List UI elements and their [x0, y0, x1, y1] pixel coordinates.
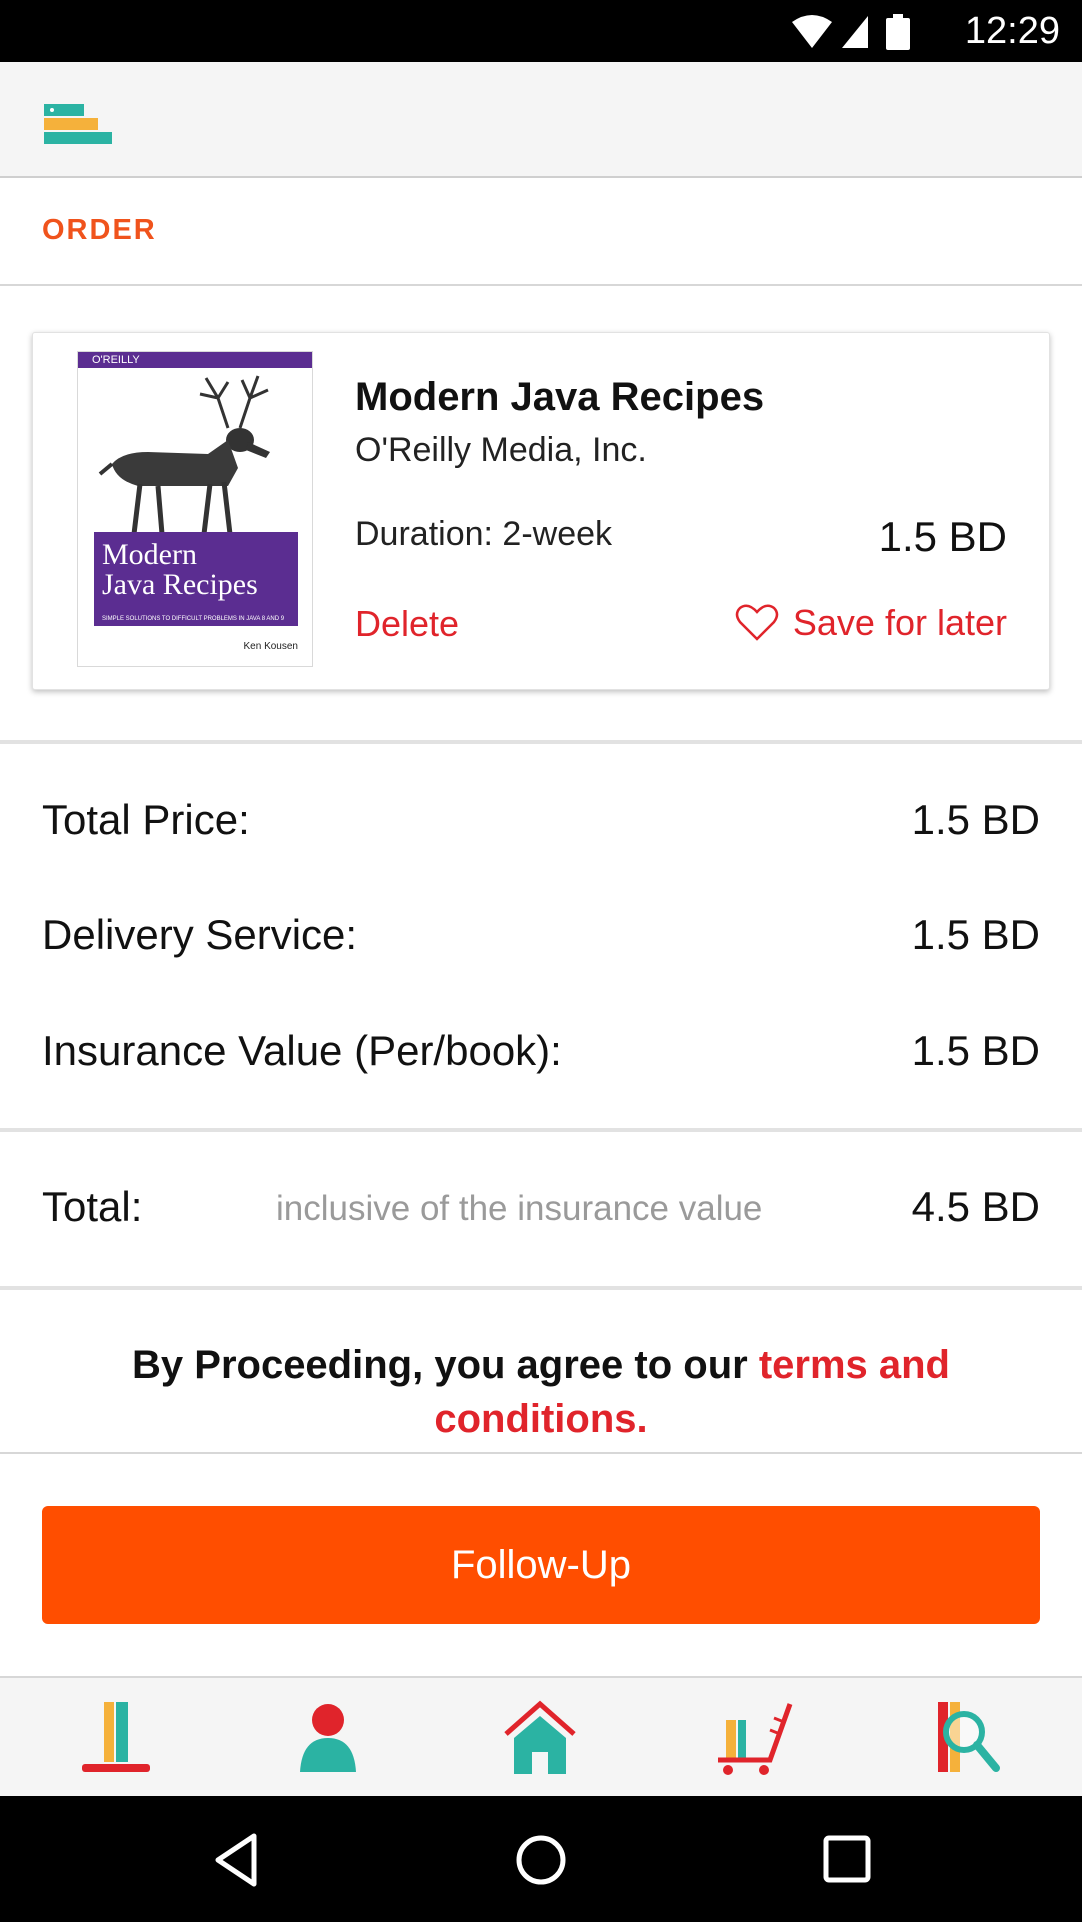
total-price-label: Total Price:	[42, 796, 250, 843]
cover-subtitle: SIMPLE SOLUTIONS TO DIFFICULT PROBLEMS I…	[102, 616, 285, 622]
system-nav-bar	[0, 1796, 1082, 1922]
status-bar: 12:29	[0, 0, 1082, 62]
app-bar	[0, 62, 1082, 178]
status-time: 12:29	[964, 10, 1060, 52]
deer-illustration-icon	[98, 375, 270, 535]
insurance-value-label: Insurance Value (Per/book):	[42, 1027, 562, 1074]
insurance-value-value: 1.5 BD	[911, 1027, 1040, 1074]
search-books-icon[interactable]	[928, 1698, 1008, 1778]
delivery-service-value: 1.5 BD	[911, 911, 1040, 958]
item-price: 1.5 BD	[878, 513, 1007, 560]
follow-up-button[interactable]: Follow-Up	[42, 1506, 1040, 1624]
grand-total-note: inclusive of the insurance value	[276, 1189, 763, 1228]
grand-total-label: Total:	[42, 1183, 143, 1230]
heart-icon	[735, 604, 779, 641]
menu-stack-icon[interactable]	[42, 100, 114, 148]
wifi-icon	[792, 14, 910, 50]
divider	[0, 1128, 1082, 1132]
cover-brand: O'REILLY	[78, 352, 312, 368]
delete-button[interactable]: Delete	[355, 603, 459, 645]
divider	[0, 740, 1082, 744]
terms-prefix: By Proceeding, you agree to our	[132, 1343, 759, 1387]
save-for-later-button[interactable]: Save for later	[735, 599, 1007, 647]
book-cover: O'REILLY Modern Java Recipes SIMPLE SOLU…	[77, 351, 313, 667]
total-price-row: Total Price: 1.5 BD	[42, 796, 1040, 856]
profile-icon[interactable]	[288, 1698, 368, 1778]
section-header: ORDER	[0, 180, 1082, 286]
status-icons	[790, 12, 920, 52]
rental-duration: Duration: 2-week	[355, 515, 613, 553]
page-title: ORDER	[42, 214, 157, 246]
cart-icon[interactable]	[714, 1698, 794, 1778]
books-icon[interactable]	[76, 1698, 156, 1778]
book-title: Modern Java Recipes	[355, 375, 765, 419]
grand-total-value: 4.5 BD	[911, 1183, 1040, 1230]
total-price-value: 1.5 BD	[911, 796, 1040, 843]
bottom-nav	[0, 1676, 1082, 1796]
delivery-service-row: Delivery Service: 1.5 BD	[42, 911, 1040, 971]
cover-author: Ken Kousen	[243, 641, 299, 652]
terms-text: By Proceeding, you agree to our terms an…	[90, 1338, 992, 1446]
insurance-value-row: Insurance Value (Per/book): 1.5 BD	[42, 1027, 1040, 1087]
grand-total-row: Total: inclusive of the insurance value …	[42, 1183, 1040, 1243]
terms-notice: By Proceeding, you agree to our terms an…	[0, 1290, 1082, 1454]
save-for-later-label: Save for later	[792, 602, 1007, 643]
delivery-service-label: Delivery Service:	[42, 911, 358, 958]
order-item-card: O'REILLY Modern Java Recipes SIMPLE SOLU…	[32, 332, 1050, 690]
home-icon[interactable]	[500, 1698, 580, 1778]
home-circle-icon[interactable]	[511, 1832, 571, 1888]
cover-title-box: Modern Java Recipes SIMPLE SOLUTIONS TO …	[94, 532, 298, 626]
cover-title-line-1: Modern	[102, 538, 197, 571]
back-icon[interactable]	[208, 1832, 268, 1888]
cover-title-line-2: Java Recipes	[102, 568, 258, 601]
recents-icon[interactable]	[816, 1832, 876, 1888]
book-publisher: O'Reilly Media, Inc.	[355, 431, 647, 469]
